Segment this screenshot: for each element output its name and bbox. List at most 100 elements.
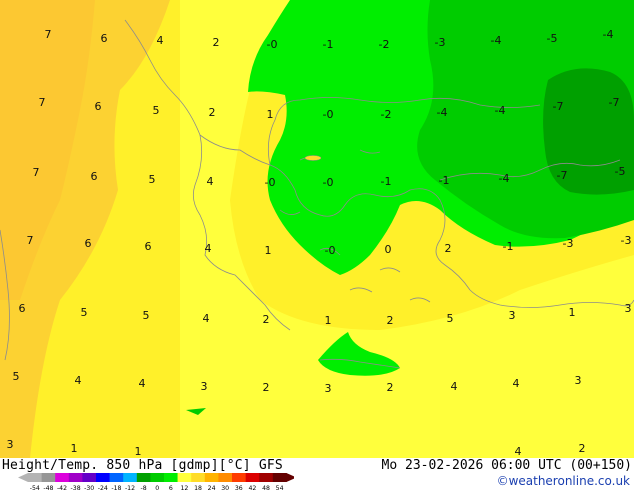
- color-scale: -54 -48 -42 -38 -30 -24 -18 -12 -8 0 6 12 18 24 30 36 42…: [18, 473, 294, 491]
- scale-label: 18: [194, 485, 202, 491]
- temperature-value: 4: [451, 380, 458, 393]
- temperature-value: 5: [447, 312, 454, 325]
- temperature-value: -3: [435, 36, 446, 49]
- temperature-value: -7: [553, 100, 564, 113]
- temperature-value: 2: [263, 381, 270, 394]
- scale-label: 36: [235, 485, 243, 491]
- credit-link[interactable]: ©weatheronline.co.uk: [497, 474, 630, 488]
- temperature-value: -1: [503, 240, 514, 253]
- temperature-value: 4: [513, 377, 520, 390]
- temperature-value: 3: [201, 380, 208, 393]
- scale-label: 6: [169, 485, 173, 491]
- temperature-value: 7: [27, 234, 34, 247]
- temperature-value: 6: [101, 32, 108, 45]
- scale-label: -18: [111, 485, 121, 491]
- temperature-value: 1: [265, 244, 272, 257]
- temperature-value: -7: [609, 96, 620, 109]
- scale-swatch: [28, 473, 42, 482]
- scale-label: 0: [155, 485, 159, 491]
- temperature-value: 5: [143, 309, 150, 322]
- temperature-value: 4: [203, 312, 210, 325]
- temperature-value: 1: [135, 445, 142, 458]
- temperature-value: 5: [153, 104, 160, 117]
- temperature-value: 5: [149, 173, 156, 186]
- temperature-value: 2: [213, 36, 220, 49]
- temperature-value: 2: [445, 242, 452, 255]
- temperature-value: 4: [515, 445, 522, 458]
- scale-label: -24: [98, 485, 108, 491]
- scale-label: -48: [43, 485, 53, 491]
- scale-label: 12: [180, 485, 188, 491]
- temperature-value: 3: [509, 309, 516, 322]
- temperature-value: 3: [7, 438, 14, 451]
- temperature-value: -4: [437, 106, 448, 119]
- temperature-value: 7: [33, 166, 40, 179]
- scale-label: -42: [57, 485, 67, 491]
- scale-swatch: [259, 473, 274, 482]
- temperature-value: 7: [39, 96, 46, 109]
- scale-swatch: [41, 473, 56, 482]
- temperature-value: -5: [615, 165, 626, 178]
- temperature-value: 3: [575, 374, 582, 387]
- temperature-value: -1: [323, 38, 334, 51]
- temperature-value: -4: [499, 172, 510, 185]
- scale-arrow-right: [286, 473, 294, 482]
- scale-swatch: [218, 473, 233, 482]
- temperature-value: 6: [145, 240, 152, 253]
- temperature-value: 2: [263, 313, 270, 326]
- temperature-value: 1: [267, 108, 274, 121]
- map-title: Height/Temp. 850 hPa [gdmp][°C] GFS: [2, 458, 283, 473]
- scale-swatch: [123, 473, 138, 482]
- temperature-value: -0: [265, 176, 276, 189]
- temperature-value: 2: [387, 381, 394, 394]
- temperature-value: -4: [603, 28, 614, 41]
- temperature-value: 6: [91, 170, 98, 183]
- temperature-value: -1: [381, 175, 392, 188]
- lake: [304, 155, 322, 161]
- scale-label: 42: [248, 485, 256, 491]
- temperature-value: 5: [13, 370, 20, 383]
- scale-label: 54: [276, 485, 284, 491]
- temperature-value: -2: [379, 38, 390, 51]
- temperature-value: -4: [491, 34, 502, 47]
- temperature-value: -0: [267, 38, 278, 51]
- temperature-value: 4: [139, 377, 146, 390]
- temperature-value: 2: [209, 106, 216, 119]
- scale-swatch: [96, 473, 110, 482]
- temperature-value: -0: [323, 176, 334, 189]
- scale-swatch: [191, 473, 206, 482]
- scale-swatch: [272, 473, 287, 482]
- scale-swatch: [68, 473, 83, 482]
- scale-label: -30: [84, 485, 94, 491]
- weather-map: 7 6 4 2 -0 -1 -2 -3 -4 -5 -4 7 6 5 2 1 -0 -2 -4 -4 -7 -7 7 6 5 4 -…: [0, 0, 634, 458]
- scale-label: 48: [262, 485, 270, 491]
- map-canvas: 7 6 4 2 -0 -1 -2 -3 -4 -5 -4 7 6 5 2 1 -0 -2 -4 -4 -7 -7 7 6 5 4 -…: [0, 0, 634, 458]
- map-footer: Height/Temp. 850 hPa [gdmp][°C] GFS Mo 2…: [0, 458, 634, 491]
- temperature-value: -7: [557, 169, 568, 182]
- temperature-value: -4: [495, 104, 506, 117]
- scale-label: -38: [71, 485, 81, 491]
- temperature-value: 2: [387, 314, 394, 327]
- scale-swatch: [164, 473, 178, 482]
- scale-swatch: [82, 473, 97, 482]
- temperature-value: 1: [569, 306, 576, 319]
- temperature-value: -0: [323, 108, 334, 121]
- valid-time: Mo 23-02-2026 06:00 UTC (00+150): [381, 458, 632, 473]
- temperature-value: 4: [157, 34, 164, 47]
- temperature-value: 1: [71, 442, 78, 455]
- temperature-value: 0: [385, 243, 392, 256]
- temperature-value: -1: [439, 174, 450, 187]
- temperature-value: 6: [95, 100, 102, 113]
- temperature-value: -3: [621, 234, 632, 247]
- temperature-value: -5: [547, 32, 558, 45]
- scale-label: -8: [141, 485, 147, 491]
- scale-label: -54: [30, 485, 40, 491]
- scale-swatch: [232, 473, 246, 482]
- temperature-value: 1: [325, 314, 332, 327]
- temperature-value: -3: [563, 237, 574, 250]
- scale-label: 30: [221, 485, 229, 491]
- scale-swatch: [204, 473, 219, 482]
- scale-swatch: [150, 473, 165, 482]
- temperature-value: -2: [381, 108, 392, 121]
- temperature-value: 4: [75, 374, 82, 387]
